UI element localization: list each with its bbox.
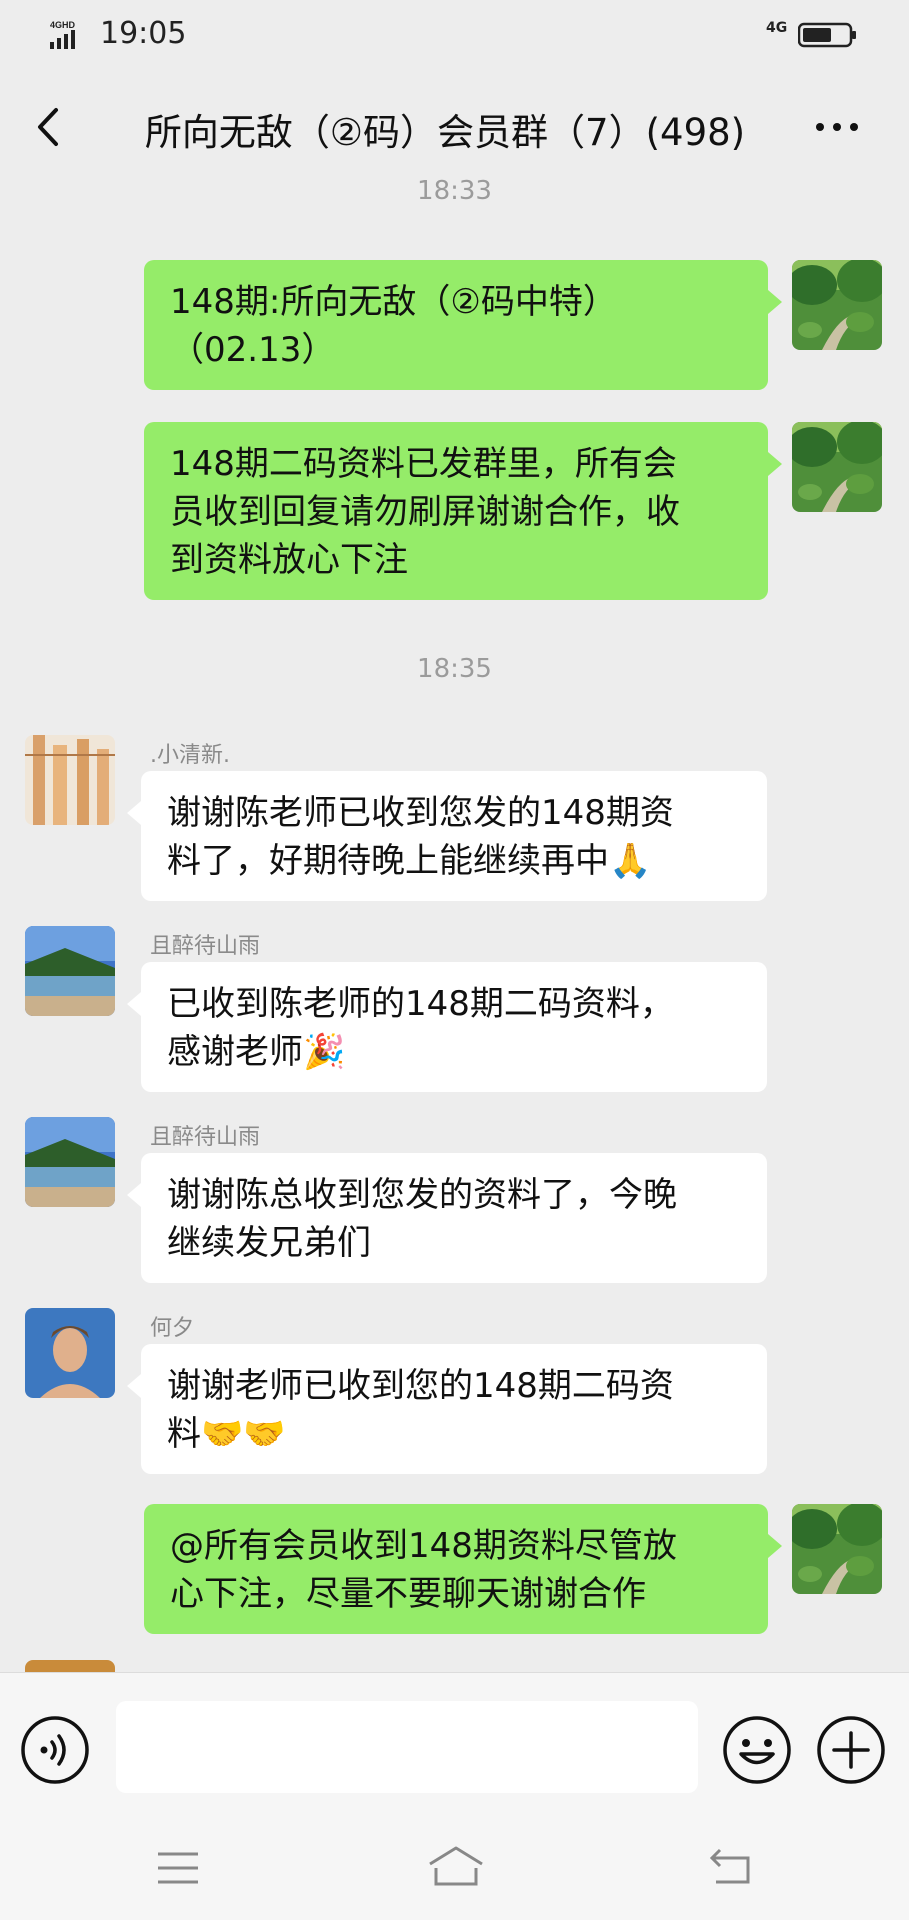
- menu-icon[interactable]: [156, 1850, 200, 1886]
- back-icon[interactable]: [708, 1846, 754, 1886]
- message-bubble-outgoing[interactable]: @所有会员收到148期资料尽管放 心下注，尽量不要聊天谢谢合作: [144, 1504, 782, 1634]
- message-line: 员收到回复请勿刷屏谢谢合作，收: [170, 492, 680, 532]
- chat-messages[interactable]: 18:33 148期:所向无敌（②码中特） （02.13） 148期二码资料已发…: [0, 160, 909, 1672]
- message-line: 148期:所向无敌（②码中特）: [170, 282, 617, 322]
- svg-text:4GHD: 4GHD: [50, 20, 76, 30]
- plus-icon[interactable]: [816, 1715, 886, 1785]
- message-bubble-incoming[interactable]: 已收到陈老师的148期二码资料， 感谢老师🎉: [127, 962, 767, 1092]
- sender-name: 且醉待山雨: [150, 934, 261, 959]
- chat-title: 所向无敌（②码）会员群（7）(498): [144, 111, 746, 154]
- input-bar: [0, 1672, 909, 1816]
- signal-icon: 4GHD: [50, 20, 76, 49]
- emoji-icon[interactable]: [722, 1715, 792, 1785]
- avatar-self[interactable]: [792, 422, 882, 512]
- voice-icon[interactable]: [20, 1715, 90, 1785]
- message-line: 谢谢陈老师已收到您发的148期资: [167, 793, 674, 833]
- status-bar: 4GHD 19:05 4G: [0, 0, 909, 72]
- timestamp: 18:33: [417, 176, 492, 206]
- timestamp: 18:35: [417, 654, 492, 684]
- message-bubble-incoming[interactable]: 谢谢陈老师已收到您发的148期资 料了，好期待晚上能继续再中🙏: [127, 771, 767, 901]
- status-time: 19:05: [100, 16, 187, 51]
- avatar-sender[interactable]: [25, 1660, 115, 1672]
- message-line: 已收到陈老师的148期二码资料，: [167, 984, 674, 1024]
- system-navigation: [0, 1816, 909, 1920]
- message-bubble-incoming[interactable]: 谢谢陈总收到您发的资料了，今晚 继续发兄弟们: [127, 1153, 767, 1283]
- message-line: 感谢老师🎉: [167, 1032, 346, 1072]
- sender-name: .小清新.: [150, 743, 230, 768]
- message-bubble-outgoing[interactable]: 148期:所向无敌（②码中特） （02.13）: [144, 260, 782, 390]
- avatar-sender[interactable]: [25, 1117, 115, 1207]
- sender-name: 且醉待山雨: [150, 1125, 261, 1150]
- message-bubble-incoming[interactable]: 谢谢老师已收到您的148期二码资 料🤝🤝: [127, 1344, 767, 1474]
- message-line: 148期二码资料已发群里，所有会: [170, 444, 677, 484]
- avatar-self[interactable]: [792, 1504, 882, 1594]
- message-line: 到资料放心下注: [170, 540, 408, 580]
- network-label: 4G: [766, 20, 788, 36]
- message-line: 继续发兄弟们: [167, 1223, 371, 1263]
- avatar-sender[interactable]: [25, 735, 115, 825]
- message-input[interactable]: [116, 1701, 698, 1793]
- message-line: 料了，好期待晚上能继续再中🙏: [167, 841, 652, 881]
- message-line: （02.13）: [170, 330, 336, 370]
- message-line: 料🤝🤝: [167, 1414, 286, 1454]
- message-line: @所有会员收到148期资料尽管放: [170, 1526, 677, 1566]
- message-line: 谢谢老师已收到您的148期二码资: [167, 1366, 674, 1406]
- avatar-sender[interactable]: [25, 1308, 115, 1398]
- sender-name: 何夕: [150, 1316, 195, 1341]
- message-line: 谢谢陈总收到您发的资料了，今晚: [167, 1175, 677, 1215]
- message-bubble-outgoing[interactable]: 148期二码资料已发群里，所有会 员收到回复请勿刷屏谢谢合作，收 到资料放心下注: [144, 422, 782, 600]
- home-icon[interactable]: [426, 1844, 486, 1888]
- message-line: 心下注，尽量不要聊天谢谢合作: [170, 1574, 646, 1614]
- more-dots-icon[interactable]: [812, 112, 862, 142]
- battery-icon: [798, 22, 856, 48]
- avatar-self[interactable]: [792, 260, 882, 350]
- avatar-sender[interactable]: [25, 926, 115, 1016]
- chevron-left-icon[interactable]: [30, 102, 70, 152]
